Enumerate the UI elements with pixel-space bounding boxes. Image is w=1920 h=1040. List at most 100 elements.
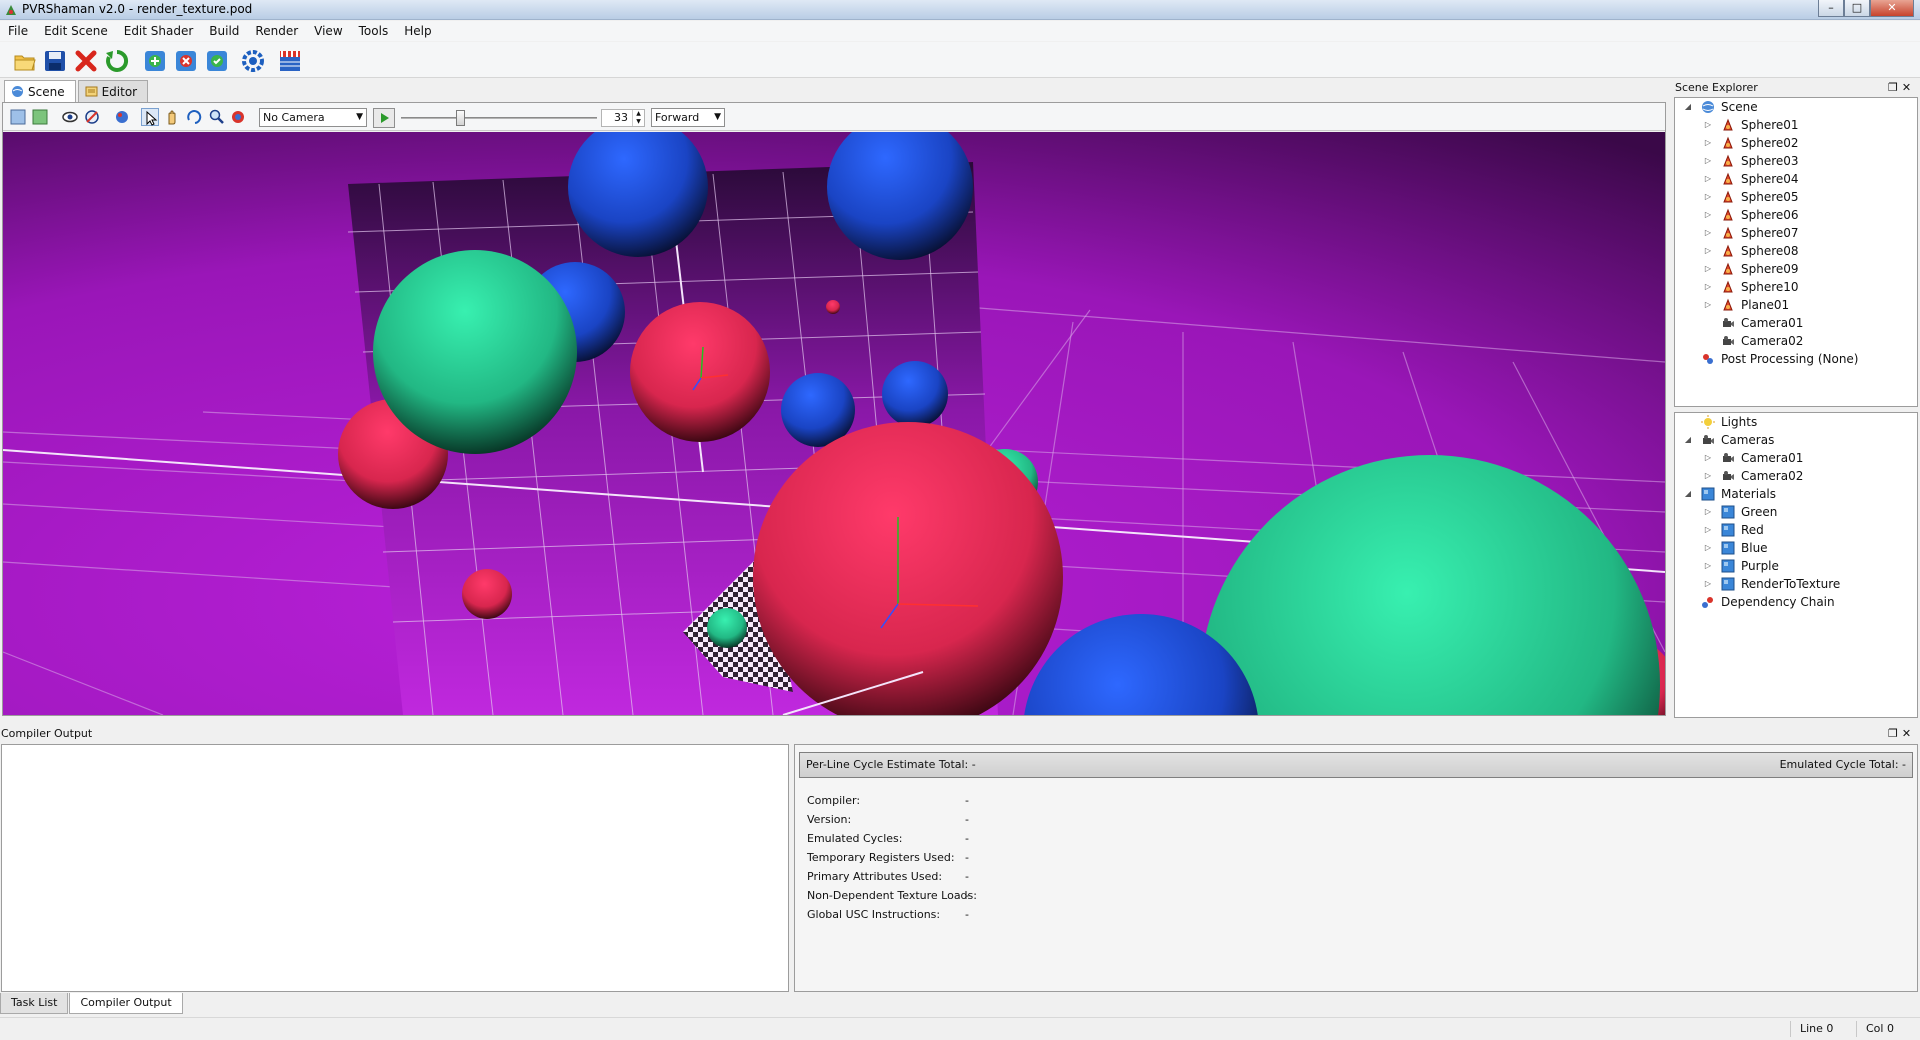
expander-icon[interactable]: ◢ (1683, 98, 1693, 116)
menu-help[interactable]: Help (396, 21, 439, 41)
menu-edit-scene[interactable]: Edit Scene (36, 21, 116, 41)
tree-item-dependency-chain[interactable]: Dependency Chain (1683, 593, 1835, 611)
expander-icon[interactable]: ▷ (1703, 449, 1713, 467)
tree-item-scene[interactable]: ◢ Scene (1683, 98, 1758, 116)
close-window-button[interactable]: ✕ (1870, 0, 1914, 17)
material-icon (1721, 505, 1735, 519)
select-tool-button[interactable] (141, 108, 159, 126)
open-button[interactable] (12, 48, 38, 74)
expander-icon[interactable]: ▷ (1703, 521, 1713, 539)
minimize-button[interactable]: – (1818, 0, 1844, 17)
remove-icon (176, 51, 196, 71)
expander-icon[interactable]: ▷ (1703, 467, 1713, 485)
render-target-button[interactable] (113, 108, 131, 126)
tree-item-red[interactable]: ▷ Red (1703, 521, 1764, 539)
expander-icon[interactable]: ▷ (1703, 206, 1713, 224)
expander-icon[interactable]: ▷ (1703, 116, 1713, 134)
grid-icon (10, 109, 26, 125)
tree-item-sphere10[interactable]: ▷ Sphere10 (1703, 278, 1799, 296)
expander-icon[interactable]: ▷ (1703, 224, 1713, 242)
tree-item-label: Camera02 (1741, 334, 1804, 348)
close-file-button[interactable] (73, 48, 99, 74)
tree-item-sphere07[interactable]: ▷ Sphere07 (1703, 224, 1799, 242)
tree-item-green[interactable]: ▷ Green (1703, 503, 1777, 521)
tree-item-sphere04[interactable]: ▷ Sphere04 (1703, 170, 1799, 188)
dock-controls[interactable]: ❐✕ (1888, 726, 1915, 742)
expander-icon[interactable]: ▷ (1703, 170, 1713, 188)
camera-dropdown[interactable]: No Camera ▼ (259, 108, 367, 127)
rotate-tool-button[interactable] (185, 108, 203, 126)
expander-icon[interactable]: ▷ (1703, 557, 1713, 575)
expander-icon[interactable]: ◢ (1683, 431, 1693, 449)
tree-item-blue[interactable]: ▷ Blue (1703, 539, 1768, 557)
expander-icon[interactable]: ▷ (1703, 296, 1713, 314)
spin-arrows-icon[interactable]: ▲ ▼ (632, 110, 644, 126)
tab-task-list[interactable]: Task List (0, 993, 69, 1014)
tree-item-sphere05[interactable]: ▷ Sphere05 (1703, 188, 1799, 206)
status-bar: Line 0 Col 0 (0, 1017, 1920, 1040)
expander-icon[interactable]: ◢ (1683, 485, 1693, 503)
frame-slider-thumb[interactable] (455, 110, 465, 126)
material-preview-button[interactable] (229, 108, 247, 126)
refresh-button[interactable] (204, 48, 230, 74)
toggle-visibility-button[interactable] (61, 108, 79, 126)
tree-item-sphere03[interactable]: ▷ Sphere03 (1703, 152, 1799, 170)
tree-item-sphere06[interactable]: ▷ Sphere06 (1703, 206, 1799, 224)
tree-item-plane01[interactable]: ▷ Plane01 (1703, 296, 1789, 314)
menu-build[interactable]: Build (201, 21, 247, 41)
expander-icon[interactable]: ▷ (1703, 242, 1713, 260)
tree-item-sphere09[interactable]: ▷ Sphere09 (1703, 260, 1799, 278)
expander-icon[interactable]: ▷ (1703, 134, 1713, 152)
tree-item-camera01[interactable]: Camera01 (1703, 314, 1803, 332)
select-all-button[interactable] (9, 108, 27, 126)
expander-icon[interactable]: ▷ (1703, 575, 1713, 593)
tree-item-sphere08[interactable]: ▷ Sphere08 (1703, 242, 1799, 260)
compiler-log[interactable] (1, 744, 789, 992)
expander-icon[interactable]: ▷ (1703, 152, 1713, 170)
tree-item-label: Sphere01 (1741, 118, 1799, 132)
tab-editor[interactable]: Editor (77, 80, 149, 102)
menu-edit-shader[interactable]: Edit Shader (116, 21, 202, 41)
tree-item-camera02[interactable]: ▷ Camera02 (1703, 467, 1803, 485)
reload-button[interactable] (104, 48, 130, 74)
save-button[interactable] (42, 48, 68, 74)
tab-scene[interactable]: Scene (4, 80, 76, 102)
play-button[interactable] (373, 108, 395, 128)
expander-icon[interactable]: ▷ (1703, 539, 1713, 557)
tree-item-sphere02[interactable]: ▷ Sphere02 (1703, 134, 1799, 152)
frame-spinbox[interactable]: 33 ▲ ▼ (601, 109, 645, 127)
tree-item-camera02[interactable]: Camera02 (1703, 332, 1803, 350)
fit-view-button[interactable] (31, 108, 49, 126)
expander-icon[interactable]: ▷ (1703, 188, 1713, 206)
hide-button[interactable] (83, 108, 101, 126)
3d-viewport[interactable] (3, 132, 1665, 715)
pan-tool-button[interactable] (163, 108, 181, 126)
tree-item-materials[interactable]: ◢ Materials (1683, 485, 1776, 503)
expander-icon[interactable]: ▷ (1703, 503, 1713, 521)
stat-row: Temporary Registers Used: - (807, 850, 969, 866)
menu-render[interactable]: Render (247, 21, 306, 41)
frame-slider-track[interactable] (401, 117, 597, 119)
tree-item-rendertotexture[interactable]: ▷ RenderToTexture (1703, 575, 1840, 593)
remove-button[interactable] (173, 48, 199, 74)
render-button[interactable] (277, 48, 303, 74)
expander-icon[interactable]: ▷ (1703, 260, 1713, 278)
settings-button[interactable] (240, 48, 266, 74)
expander-icon[interactable]: ▷ (1703, 278, 1713, 296)
tree-item-camera01[interactable]: ▷ Camera01 (1703, 449, 1803, 467)
zoom-tool-button[interactable] (207, 108, 225, 126)
tab-compiler-output[interactable]: Compiler Output (69, 993, 183, 1014)
tree-item-lights[interactable]: Lights (1683, 413, 1757, 431)
maximize-button[interactable]: □ (1844, 0, 1870, 17)
add-button[interactable] (142, 48, 168, 74)
tree-item-sphere01[interactable]: ▷ Sphere01 (1703, 116, 1799, 134)
menu-tools[interactable]: Tools (351, 21, 397, 41)
tree-item-cameras[interactable]: ◢ Cameras (1683, 431, 1774, 449)
tree-item-purple[interactable]: ▷ Purple (1703, 557, 1779, 575)
menu-view[interactable]: View (306, 21, 350, 41)
tree-item-post-processing-none[interactable]: Post Processing (None) (1683, 350, 1858, 368)
menu-file[interactable]: File (0, 21, 36, 41)
dock-controls[interactable]: ❐✕ (1888, 80, 1915, 96)
menu-bar: File Edit Scene Edit Shader Build Render… (0, 21, 1920, 41)
render-mode-dropdown[interactable]: Forward ▼ (651, 108, 725, 127)
